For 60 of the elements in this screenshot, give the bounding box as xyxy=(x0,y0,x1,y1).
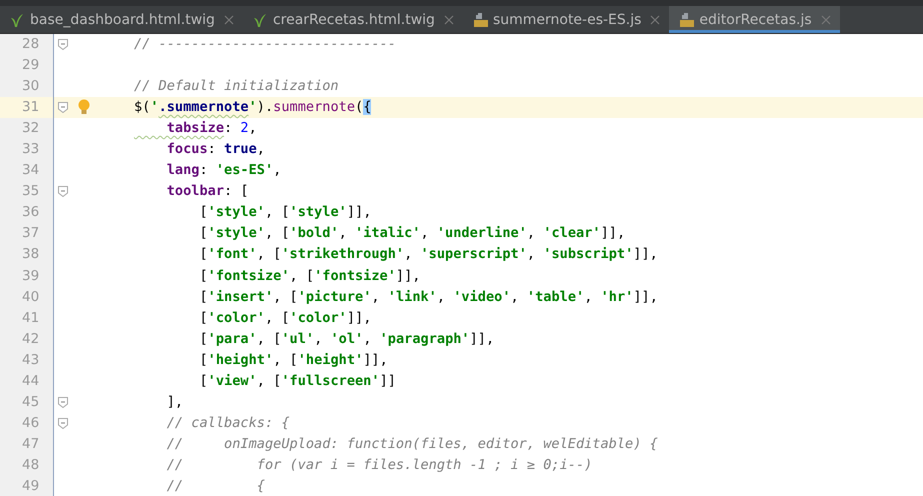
code-line: ['para', ['ul', 'ol', 'paragraph']], xyxy=(198,330,494,349)
code-line: ['color', ['color']], xyxy=(198,308,372,328)
close-icon[interactable] xyxy=(820,14,831,24)
line-number: 30 xyxy=(0,76,54,98)
line-number: 42 xyxy=(0,328,54,350)
line-number: 36 xyxy=(0,202,54,224)
code-line: // callbacks: { xyxy=(166,414,290,433)
line-number: 48 xyxy=(0,454,54,476)
code-line: ['insert', ['picture', 'link', 'video', 'table', 'hr']], xyxy=(198,288,658,307)
line-number: 41 xyxy=(0,308,54,329)
fold-icon[interactable] xyxy=(58,396,68,408)
line-number: 47 xyxy=(0,434,54,455)
lightbulb-icon[interactable] xyxy=(78,99,90,116)
line-number: 38 xyxy=(0,244,54,266)
line-number: 44 xyxy=(0,370,54,392)
code-line: ['font', ['strikethrough', 'superscript', 'subscript']], xyxy=(198,245,658,264)
code-line: // onImageUpload: function(files, editor, welEditable) { xyxy=(166,434,658,454)
line-number: 34 xyxy=(0,160,54,182)
code-line: // ----------------------------- xyxy=(134,35,396,54)
line-number: 43 xyxy=(0,350,54,371)
line-number: 33 xyxy=(0,139,54,160)
code-line: // for (var i = files.length -1 ; i ≥ 0;i--) xyxy=(166,456,592,475)
code-line: // Default initialization xyxy=(134,77,339,96)
code-line: tabsize: 2, xyxy=(166,119,257,138)
leaf-icon xyxy=(9,12,25,28)
line-number: 32 xyxy=(0,118,54,140)
close-icon[interactable] xyxy=(444,14,454,24)
file-tab[interactable]: base_dashboard.html.twig xyxy=(0,6,243,33)
close-icon[interactable] xyxy=(650,14,660,24)
code-line: ['height', ['height']], xyxy=(198,350,388,370)
line-number: 49 xyxy=(0,476,54,496)
code-line: toolbar: [ xyxy=(166,182,249,202)
code-line: ['style', ['style']], xyxy=(198,203,372,222)
js-file-icon xyxy=(472,12,488,28)
file-tab[interactable]: editorRecetas.js xyxy=(669,6,840,33)
fold-icon[interactable] xyxy=(58,102,68,114)
fold-icon[interactable] xyxy=(58,186,68,198)
line-number: 40 xyxy=(0,286,54,308)
line-number: 37 xyxy=(0,223,54,244)
line-number: 29 xyxy=(0,55,54,76)
fold-icon[interactable] xyxy=(58,418,68,429)
file-tab[interactable]: summernote-es-ES.js xyxy=(462,6,670,33)
code-line: ['fontsize', ['fontsize']], xyxy=(198,266,420,286)
file-tab[interactable]: crearRecetas.html.twig xyxy=(242,6,463,33)
code-line: // { xyxy=(166,476,265,496)
line-number: 45 xyxy=(0,392,54,413)
code-line: $('.summernote').summernote({ xyxy=(134,98,372,118)
code-line: ['view', ['fullscreen']] xyxy=(198,372,396,391)
line-number: 46 xyxy=(0,412,54,434)
line-number: 39 xyxy=(0,266,54,287)
code-line: lang: 'es-ES', xyxy=(166,161,282,180)
line-number: 28 xyxy=(0,34,54,56)
close-icon[interactable] xyxy=(224,14,234,24)
code-line: ['style', ['bold', 'italic', 'underline', 'clear']], xyxy=(198,224,626,244)
line-number: 35 xyxy=(0,181,54,202)
code-line: focus: true, xyxy=(166,140,265,160)
fold-icon[interactable] xyxy=(58,39,68,50)
leaf-icon xyxy=(252,12,268,28)
js-file-icon xyxy=(678,12,694,28)
code-line: ], xyxy=(166,392,184,412)
